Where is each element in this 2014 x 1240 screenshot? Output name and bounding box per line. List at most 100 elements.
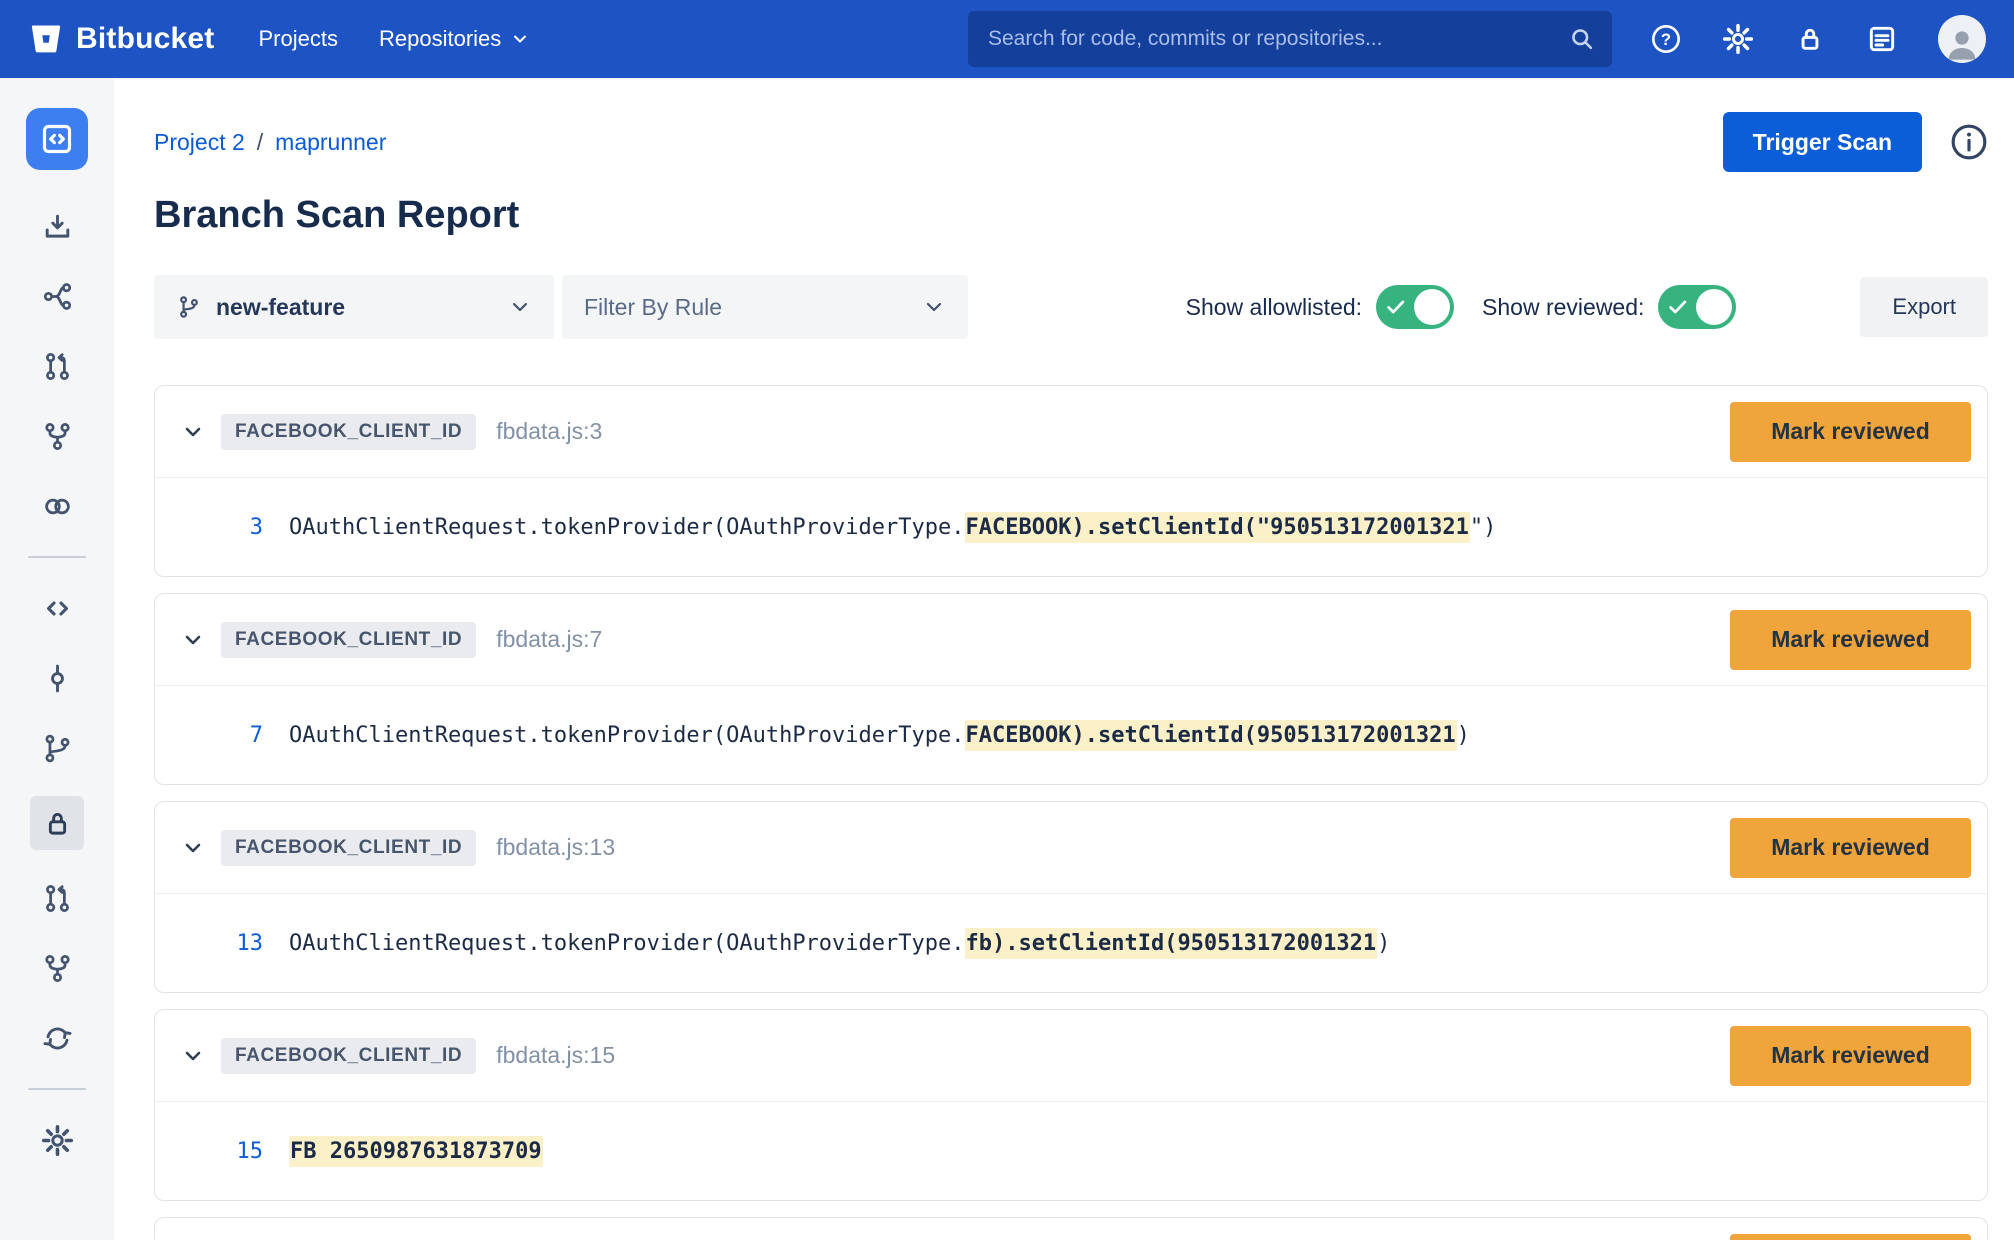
- source-code-icon[interactable]: [35, 586, 79, 630]
- finding-location: fbdata.js:15: [496, 1042, 615, 1069]
- search-input[interactable]: [968, 11, 1612, 67]
- finding-location: fbdata.js:13: [496, 834, 615, 861]
- code-segment: OAuthClientRequest.tokenProvider(OAuthPr…: [289, 515, 965, 540]
- collapse-caret-icon[interactable]: [181, 628, 205, 652]
- bitbucket-logo[interactable]: Bitbucket: [28, 21, 215, 57]
- line-number: 15: [211, 1139, 263, 1164]
- code-match-highlight: FACEBOOK).setClientId("950513172001321: [965, 512, 1470, 543]
- brand-name: Bitbucket: [76, 22, 215, 56]
- breadcrumb-separator: /: [257, 129, 263, 156]
- sync-icon[interactable]: [35, 1016, 79, 1060]
- show-allowlisted-toggle[interactable]: [1376, 285, 1454, 329]
- finding-card-partial: [154, 1217, 1988, 1240]
- fork-icon[interactable]: [35, 414, 79, 458]
- global-search: [968, 11, 1612, 67]
- branch-selector-value: new-feature: [216, 294, 494, 321]
- collapse-caret-icon[interactable]: [181, 420, 205, 444]
- settings-gear-icon[interactable]: [35, 1118, 79, 1162]
- code-segment: ): [1377, 931, 1390, 956]
- gear-icon[interactable]: [1722, 23, 1754, 55]
- export-button[interactable]: Export: [1860, 277, 1988, 337]
- code-match-highlight: FB 2650987631873709: [289, 1136, 543, 1167]
- nav-projects[interactable]: Projects: [259, 26, 338, 52]
- nav-repositories-label: Repositories: [379, 26, 501, 52]
- code-match-highlight: fb).setClientId(950513172001321: [965, 928, 1378, 959]
- nav-icon-cluster: ?: [1650, 15, 1986, 63]
- rule-badge: FACEBOOK_CLIENT_ID: [221, 830, 476, 866]
- code-segment: "): [1470, 515, 1497, 540]
- check-icon: [1385, 296, 1407, 318]
- repo-avatar[interactable]: [26, 108, 88, 170]
- finding-location: fbdata.js:3: [496, 418, 602, 445]
- checkout-icon[interactable]: [35, 204, 79, 248]
- branch-icon: [176, 294, 202, 320]
- main-content: Project 2 / maprunner Trigger Scan Branc…: [114, 78, 2014, 1240]
- finding-card: FACEBOOK_CLIENT_ID fbdata.js:3 Mark revi…: [154, 385, 1988, 577]
- branch-icon[interactable]: [35, 726, 79, 770]
- search-icon: [1568, 25, 1596, 53]
- code-segment: ): [1457, 723, 1470, 748]
- commits-graph-icon[interactable]: [35, 274, 79, 318]
- rule-badge: FACEBOOK_CLIENT_ID: [221, 414, 476, 450]
- sidebar-divider: [28, 556, 86, 558]
- collapse-caret-icon[interactable]: [181, 1044, 205, 1068]
- code-snippet: OAuthClientRequest.tokenProvider(OAuthPr…: [289, 931, 1390, 956]
- chevron-down-icon: [510, 29, 530, 49]
- nav-projects-label: Projects: [259, 26, 338, 52]
- mark-reviewed-button[interactable]: Mark reviewed: [1730, 818, 1971, 878]
- lock-icon[interactable]: [1794, 23, 1826, 55]
- code-segment: OAuthClientRequest.tokenProvider(OAuthPr…: [289, 931, 965, 956]
- mark-reviewed-button[interactable]: Mark reviewed: [1730, 1026, 1971, 1086]
- breadcrumb-repo[interactable]: maprunner: [275, 129, 386, 156]
- trigger-scan-button[interactable]: Trigger Scan: [1723, 112, 1922, 172]
- line-number: 3: [211, 515, 263, 540]
- security-icon[interactable]: [30, 796, 84, 850]
- forks-icon[interactable]: [35, 946, 79, 990]
- pull-request-icon[interactable]: [35, 344, 79, 388]
- code-snippet: OAuthClientRequest.tokenProvider(OAuthPr…: [289, 515, 1496, 540]
- rule-filter-value: Filter By Rule: [584, 294, 908, 321]
- mark-reviewed-button[interactable]: Mark reviewed: [1730, 610, 1971, 670]
- finding-location: fbdata.js:7: [496, 626, 602, 653]
- check-icon: [1667, 296, 1689, 318]
- mark-reviewed-button[interactable]: Mark reviewed: [1730, 402, 1971, 462]
- show-reviewed-label: Show reviewed:: [1482, 294, 1644, 321]
- avatar[interactable]: [1938, 15, 1986, 63]
- help-icon[interactable]: ?: [1650, 23, 1682, 55]
- bitbucket-bucket-icon: [28, 21, 64, 57]
- finding-card: FACEBOOK_CLIENT_ID fbdata.js:7 Mark revi…: [154, 593, 1988, 785]
- rule-filter-dropdown[interactable]: Filter By Rule: [562, 275, 968, 339]
- svg-text:?: ?: [1661, 30, 1671, 49]
- chevron-down-icon: [922, 295, 946, 319]
- controls-row: new-feature Filter By Rule Show allowlis…: [154, 275, 1988, 339]
- mark-reviewed-button[interactable]: [1730, 1234, 1971, 1240]
- findings-list: FACEBOOK_CLIENT_ID fbdata.js:3 Mark revi…: [154, 385, 1988, 1240]
- show-reviewed-toggle[interactable]: [1658, 285, 1736, 329]
- commit-icon[interactable]: [35, 656, 79, 700]
- code-snippet: FB 2650987631873709: [289, 1139, 543, 1164]
- page-title: Branch Scan Report: [154, 194, 1988, 237]
- toggle-knob: [1414, 289, 1450, 325]
- sidebar-divider: [28, 1088, 86, 1090]
- show-allowlisted-label: Show allowlisted:: [1186, 294, 1362, 321]
- code-snippet: OAuthClientRequest.tokenProvider(OAuthPr…: [289, 723, 1470, 748]
- collapse-caret-icon[interactable]: [181, 836, 205, 860]
- code-segment: OAuthClientRequest.tokenProvider(OAuthPr…: [289, 723, 965, 748]
- left-sidebar: [0, 78, 114, 1240]
- finding-card: FACEBOOK_CLIENT_ID fbdata.js:13 Mark rev…: [154, 801, 1988, 993]
- finding-card: FACEBOOK_CLIENT_ID fbdata.js:15 Mark rev…: [154, 1009, 1988, 1201]
- person-icon: [1942, 23, 1982, 63]
- repo-code-icon: [37, 119, 77, 159]
- breadcrumb: Project 2 / maprunner: [154, 129, 386, 156]
- feedback-icon[interactable]: [1866, 23, 1898, 55]
- pull-requests-icon[interactable]: [35, 876, 79, 920]
- branch-selector[interactable]: new-feature: [154, 275, 554, 339]
- nav-repositories[interactable]: Repositories: [379, 26, 530, 52]
- rule-badge: FACEBOOK_CLIENT_ID: [221, 622, 476, 658]
- pipelines-icon[interactable]: [35, 484, 79, 528]
- breadcrumb-project[interactable]: Project 2: [154, 129, 245, 156]
- line-number: 7: [211, 723, 263, 748]
- info-icon[interactable]: [1950, 123, 1988, 161]
- toggle-knob: [1696, 289, 1732, 325]
- code-match-highlight: FACEBOOK).setClientId(950513172001321: [965, 720, 1457, 751]
